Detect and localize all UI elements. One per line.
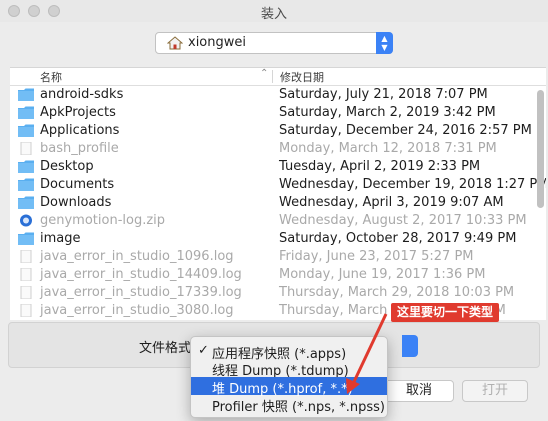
chevron-updown-icon: ▲ ▼ xyxy=(376,32,393,54)
home-icon xyxy=(167,36,183,50)
file-name: android-sdks xyxy=(40,87,124,102)
location-label: xiongwei xyxy=(188,35,246,50)
menu-item-label: Profiler 快照 (*.nps, *.npss) xyxy=(212,400,386,415)
file-name: ApkProjects xyxy=(40,105,116,120)
file-date: Friday, June 23, 2017 5:27 PM xyxy=(279,249,474,264)
file-row[interactable]: image Saturday, October 28, 2017 9:49 PM xyxy=(10,230,530,248)
file-date: Saturday, March 2, 2019 3:42 PM xyxy=(279,105,496,120)
column-header: 名称 ⌃ 修改日期 xyxy=(10,68,546,86)
file-row[interactable]: android-sdks Saturday, July 21, 2018 7:07… xyxy=(10,86,530,104)
zip-icon xyxy=(18,214,34,227)
file-date: Wednesday, August 2, 2017 10:33 PM xyxy=(279,213,527,228)
folder-icon xyxy=(18,178,34,191)
window-title: 装入 xyxy=(260,7,287,22)
file-name: image xyxy=(40,231,81,246)
file-icon xyxy=(18,267,34,282)
file-name: bash_profile xyxy=(40,141,119,156)
format-popup-stepper[interactable] xyxy=(402,335,418,357)
file-row[interactable]: java_error_in_studio_17339.log Thursday, … xyxy=(10,284,530,302)
file-date: Saturday, October 28, 2017 9:49 PM xyxy=(279,231,517,246)
file-date: Tuesday, April 2, 2019 2:33 PM xyxy=(279,159,481,174)
file-name: Downloads xyxy=(40,195,112,210)
file-name: java_error_in_studio_14409.log xyxy=(40,267,242,282)
file-row[interactable]: Documents Wednesday, December 19, 2018 1:… xyxy=(10,176,546,194)
open-button[interactable]: 打开 xyxy=(462,380,528,402)
format-label: 文件格式: xyxy=(139,341,196,356)
file-icon xyxy=(18,141,34,156)
file-date: Wednesday, April 3, 2019 9:07 AM xyxy=(279,195,504,210)
file-name: genymotion-log.zip xyxy=(40,213,166,228)
column-date-header[interactable]: 修改日期 xyxy=(280,69,324,85)
folder-icon xyxy=(18,124,34,137)
file-name: java_error_in_studio_1096.log xyxy=(40,249,234,264)
column-name-header[interactable]: 名称 xyxy=(40,69,62,85)
file-row[interactable]: genymotion-log.zip Wednesday, August 2, 2… xyxy=(10,212,530,230)
folder-icon xyxy=(18,160,34,173)
file-list: android-sdks Saturday, July 21, 2018 7:07… xyxy=(10,86,546,320)
checkmark-icon: ✓ xyxy=(198,343,209,358)
file-icon xyxy=(18,249,34,264)
vertical-scrollbar[interactable] xyxy=(537,90,544,208)
file-browser: 名称 ⌃ 修改日期 android-sdks Saturday, July 21,… xyxy=(10,67,546,320)
folder-icon xyxy=(18,196,34,209)
folder-icon xyxy=(18,232,34,245)
file-date: Monday, March 12, 2018 7:31 PM xyxy=(279,141,497,156)
file-row[interactable]: Desktop Tuesday, April 2, 2019 2:33 PM xyxy=(10,158,530,176)
file-name: Applications xyxy=(40,123,120,138)
annotation-label: 这里要切一下类型 xyxy=(391,303,500,322)
location-popup[interactable]: xiongwei ▲ ▼ xyxy=(155,32,393,54)
file-row[interactable]: java_error_in_studio_14409.log Monday, Ju… xyxy=(10,266,530,284)
file-name: Documents xyxy=(40,177,115,192)
file-date: Saturday, December 24, 2016 2:57 PM xyxy=(279,123,532,138)
file-name: Desktop xyxy=(40,159,94,174)
folder-icon xyxy=(18,88,34,101)
file-date: Thursday, March 29, 2018 10:03 PM xyxy=(279,285,515,300)
file-date: Saturday, July 21, 2018 7:07 PM xyxy=(279,87,488,102)
file-date: Wednesday, December 19, 2018 1:27 PM xyxy=(279,177,546,192)
file-name: java_error_in_studio_17339.log xyxy=(40,285,242,300)
file-row[interactable]: ApkProjects Saturday, March 2, 2019 3:42 … xyxy=(10,104,530,122)
file-row[interactable]: java_error_in_studio_1096.log Friday, Jun… xyxy=(10,248,530,266)
format-menu-item-apps[interactable]: ✓ 应用程序快照 (*.apps) xyxy=(191,342,387,362)
column-divider[interactable] xyxy=(272,70,273,83)
format-menu-item-nps[interactable]: Profiler 快照 (*.nps, *.npss) xyxy=(191,395,387,415)
file-icon xyxy=(18,285,34,300)
file-row[interactable]: bash_profile Monday, March 12, 2018 7:31 … xyxy=(10,140,530,158)
format-menu-item-hprof[interactable]: 堆 Dump (*.hprof, *.*) xyxy=(191,377,387,397)
sort-chevron-icon: ⌃ xyxy=(260,68,269,79)
title-bar: 装入 xyxy=(0,0,548,22)
file-icon xyxy=(18,303,34,318)
format-menu: ✓ 应用程序快照 (*.apps) 线程 Dump (*.tdump) 堆 Du… xyxy=(190,336,388,418)
file-date: Monday, June 19, 2017 1:36 PM xyxy=(279,267,486,282)
file-row[interactable]: Downloads Wednesday, April 3, 2019 9:07 A… xyxy=(10,194,530,212)
cancel-button[interactable]: 取消 xyxy=(384,380,454,402)
file-row[interactable]: Applications Saturday, December 24, 2016 … xyxy=(10,122,532,140)
folder-icon xyxy=(18,106,34,119)
format-menu-item-tdump[interactable]: 线程 Dump (*.tdump) xyxy=(191,359,387,379)
file-name: java_error_in_studio_3080.log xyxy=(40,303,234,318)
